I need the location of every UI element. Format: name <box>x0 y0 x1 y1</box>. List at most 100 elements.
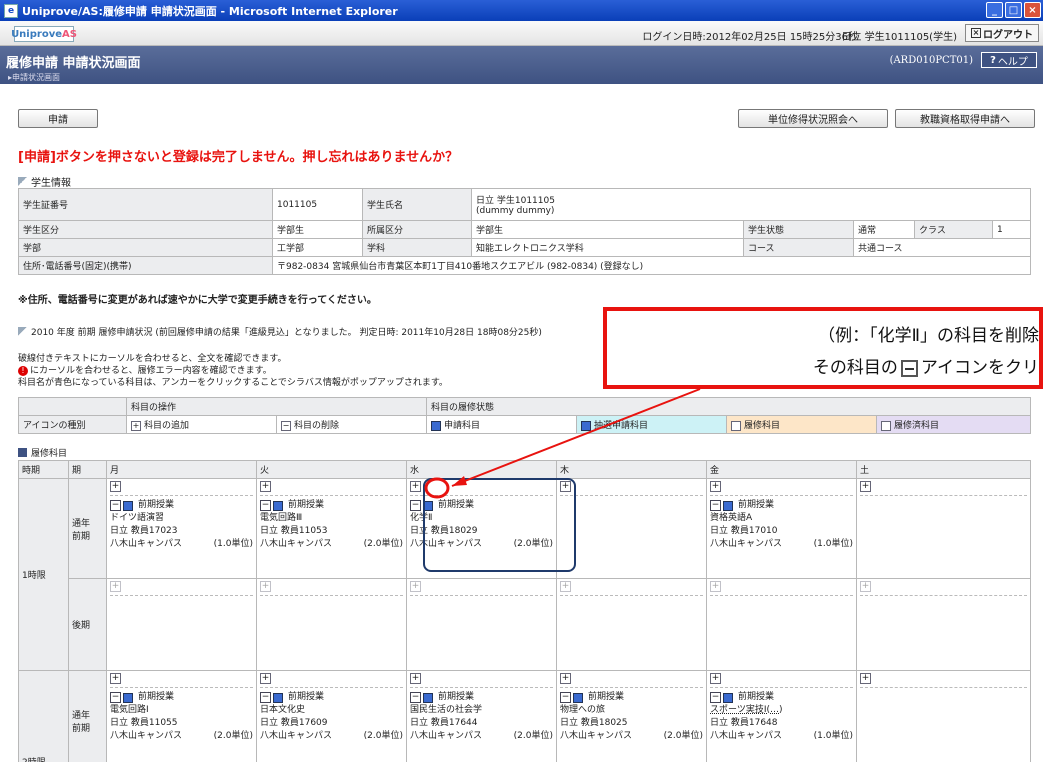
uniprove-logo: Uniprove AS <box>11 26 77 42</box>
course-name[interactable]: 化学Ⅱ <box>410 512 553 525</box>
add-course-icon[interactable]: + <box>860 673 871 684</box>
add-course-icon[interactable]: + <box>110 481 121 492</box>
section-marker-icon <box>18 327 27 336</box>
delete-course-icon[interactable]: − <box>110 500 121 511</box>
section-marker-icon <box>18 448 27 457</box>
delete-course-icon[interactable]: − <box>560 692 571 703</box>
course-campus: 八木山キャンパス <box>710 539 783 549</box>
add-course-icon[interactable]: + <box>860 481 871 492</box>
close-icon[interactable]: × <box>1024 2 1041 18</box>
course-name[interactable]: 電気回路Ⅲ <box>260 512 403 525</box>
info-line-2: ! にカーソルを合わせると、履修エラー内容を確認できます。 <box>18 365 448 377</box>
minimize-icon[interactable]: _ <box>986 2 1003 18</box>
add-course-icon[interactable]: + <box>560 481 571 492</box>
delete-course-icon[interactable]: − <box>710 500 721 511</box>
cell-p1-tue: + − 前期授業 電気回路Ⅲ 日立 教員11053 八木山キャンパス (2.0単位) <box>256 478 407 579</box>
add-course-icon[interactable]: + <box>860 581 871 592</box>
add-course-icon[interactable]: + <box>260 481 271 492</box>
course-campus: 八木山キャンパス <box>110 539 183 549</box>
course-teacher: 日立 教員18025 <box>560 718 628 728</box>
apply-button[interactable]: 申請 <box>18 109 98 128</box>
course-campus: 八木山キャンパス <box>260 539 333 549</box>
add-course-icon[interactable]: + <box>560 581 571 592</box>
course-name[interactable]: 日本文化史 <box>260 704 403 717</box>
callout-line-1: （例：「化学Ⅱ」の科目を削除 <box>818 326 1039 346</box>
applied-icon <box>273 692 283 703</box>
id-value: 1011105 <box>272 188 363 221</box>
add-course-icon[interactable]: + <box>560 673 571 684</box>
credit-status-button[interactable]: 単位修得状況照会へ <box>738 109 888 128</box>
error-icon: ! <box>18 366 28 376</box>
course-units: (1.0単位) <box>213 539 253 549</box>
course-name[interactable]: 国民生活の社会学 <box>410 704 553 717</box>
address-notice: ※住所、電話番号に変更があれば速やかに大学で変更手続きを行ってください。 <box>18 295 377 306</box>
applied-icon <box>431 420 441 431</box>
add-course-icon[interactable]: + <box>110 581 121 592</box>
course-teacher: 日立 教員17644 <box>410 718 478 728</box>
cell-p1-mon: + − 前期授業 ドイツ語演習 日立 教員17023 八木山キャンパス (1.0単位… <box>106 478 257 579</box>
dept-label: 学科 <box>362 238 472 257</box>
class-label: クラス <box>914 220 993 239</box>
help-button[interactable]: ? ヘルプ <box>981 52 1037 68</box>
add-course-icon[interactable]: + <box>710 481 721 492</box>
course-name[interactable]: 電気回路Ⅰ <box>110 704 253 717</box>
student-info-table: 学生証番号 1011105 学生氏名 日立 学生1011105 (dummy du… <box>18 188 1031 275</box>
add-course-icon[interactable]: + <box>260 581 271 592</box>
help-icon: ? <box>990 54 996 66</box>
legend-add: + 科目の追加 <box>126 415 277 434</box>
cell-p1b-wed: + <box>406 578 557 671</box>
course-teacher: 日立 教員17648 <box>710 718 778 728</box>
course-teacher: 日立 教員11053 <box>260 526 328 536</box>
breadcrumb[interactable]: ▸申請状況画面 <box>8 72 60 83</box>
state-header: 科目の履修状態 <box>426 397 1031 416</box>
add-course-icon[interactable]: + <box>110 673 121 684</box>
course-units: (1.0単位) <box>813 731 853 741</box>
teacher-license-button[interactable]: 教職資格取得申請へ <box>895 109 1035 128</box>
add-course-icon[interactable]: + <box>410 581 421 592</box>
delete-course-icon[interactable]: − <box>260 500 271 511</box>
name-value: 日立 学生1011105 (dummy dummy) <box>471 188 1031 221</box>
id-label: 学生証番号 <box>18 188 273 221</box>
period-1-label: 1時限 <box>18 478 69 671</box>
course-teacher: 日立 教員17609 <box>260 718 328 728</box>
course-name[interactable]: スポーツ実技Ⅰ(…) <box>710 704 853 717</box>
delete-course-icon[interactable]: − <box>710 692 721 703</box>
course-teacher: 日立 教員18029 <box>410 526 478 536</box>
term-first: 通年 前期 <box>68 670 107 762</box>
delete-course-icon[interactable]: − <box>260 692 271 703</box>
course-name[interactable]: ドイツ語演習 <box>110 512 253 525</box>
callout-line-2: その科目の アイコンをクリ <box>812 358 1039 378</box>
course-name[interactable]: 資格英語A <box>710 512 853 525</box>
window-title: Uniprove/AS:履修申請 申請状況画面 - Microsoft Inte… <box>22 4 398 18</box>
cell-p1b-sat: + <box>856 578 1031 671</box>
course-units: (2.0単位) <box>663 731 703 741</box>
window-titlebar: e Uniprove/AS:履修申請 申請状況画面 - Microsoft In… <box>0 0 1043 21</box>
delete-course-icon[interactable]: − <box>410 692 421 703</box>
add-course-icon[interactable]: + <box>410 673 421 684</box>
course-card: − 前期授業 日本文化史 日立 教員17609 八木山キャンパス (2.0単位) <box>260 692 403 741</box>
course-card: − 前期授業 電気回路Ⅲ 日立 教員11053 八木山キャンパス (2.0単位) <box>260 500 403 549</box>
app-header: Uniprove AS ログイン日時:2012年02月25日 15時25分36秒 … <box>0 21 1043 46</box>
completed-icon <box>881 420 891 431</box>
maximize-icon[interactable]: □ <box>1005 2 1022 18</box>
course-name[interactable]: 物理への旅 <box>560 704 703 717</box>
add-course-icon[interactable]: + <box>410 481 421 492</box>
course-teacher: 日立 教員17010 <box>710 526 778 536</box>
delete-course-icon[interactable]: − <box>410 500 421 511</box>
add-course-icon[interactable]: + <box>710 673 721 684</box>
head-term: 期 <box>68 460 107 479</box>
course-campus: 八木山キャンパス <box>110 731 183 741</box>
add-course-icon[interactable]: + <box>260 673 271 684</box>
course-label: コース <box>743 238 854 257</box>
delete-course-icon[interactable]: − <box>110 692 121 703</box>
add-course-icon[interactable]: + <box>710 581 721 592</box>
logout-button[interactable]: × ログアウト <box>965 24 1039 42</box>
cell-p1b-fri: + <box>706 578 857 671</box>
page-title: 履修申請 申請状況画面 <box>6 56 141 71</box>
info-line-1: 破線付きテキストにカーソルを合わせると、全文を確認できます。 <box>18 354 287 364</box>
type-value: 学部生 <box>272 220 363 239</box>
name-label: 学生氏名 <box>362 188 472 221</box>
faculty-value: 工学部 <box>272 238 363 257</box>
dept-value: 知能エレクトロニクス学科 <box>471 238 744 257</box>
applied-icon <box>423 500 433 511</box>
